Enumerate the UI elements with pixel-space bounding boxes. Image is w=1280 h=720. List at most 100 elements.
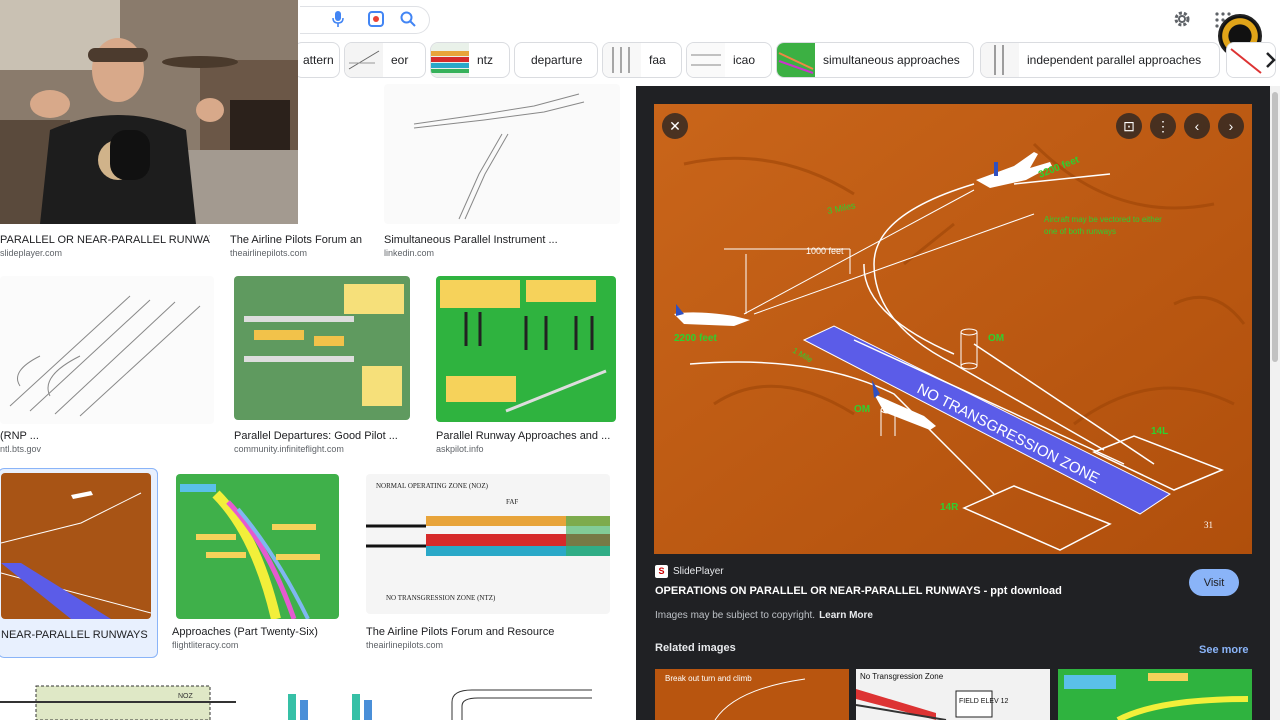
result-image: [176, 474, 339, 619]
chip-label: departure: [531, 53, 583, 67]
related-text: No Transgression Zone: [860, 672, 944, 681]
label-14r: 14R: [940, 502, 959, 513]
result-tile[interactable]: (RNP ... ntl.bts.gov: [0, 276, 214, 456]
faf-label: FAF: [506, 498, 518, 506]
related-image[interactable]: No Transgression Zone FIELD ELEV 12: [856, 669, 1050, 720]
related-text: Break out turn and climb: [665, 674, 752, 683]
slide-page-number: 31: [1204, 520, 1213, 530]
result-title[interactable]: Simultaneous Parallel Instrument ...: [384, 234, 620, 246]
chip-icao[interactable]: icao: [686, 42, 772, 78]
label-1000-feet: 1000 feet: [806, 246, 844, 256]
result-image: [1, 473, 151, 619]
chip-thumbnail: [345, 43, 383, 77]
related-search-chips: attern eor ntz departure faa icao simult…: [294, 42, 1276, 80]
chevron-right-icon[interactable]: [1262, 50, 1278, 70]
noz-label: NORMAL OPERATING ZONE (NOZ): [376, 482, 489, 490]
label-2200-feet: 2200 feet: [674, 333, 717, 344]
preview-source-name[interactable]: SlidePlayer: [673, 566, 724, 577]
result-title[interactable]: The Airline Pilots Forum an...: [230, 234, 362, 246]
preview-title[interactable]: OPERATIONS ON PARALLEL OR NEAR-PARALLEL …: [655, 585, 1062, 597]
chip-ntz[interactable]: ntz: [430, 42, 510, 78]
page-scrollbar-thumb[interactable]: [1272, 92, 1278, 362]
result-image: NOZ: [0, 672, 236, 720]
microphone-icon[interactable]: [332, 11, 344, 27]
result-image: [0, 276, 214, 424]
label-vectored-2: one of both runways: [1044, 227, 1116, 236]
chip-thumbnail: [687, 43, 725, 77]
chip-label: ntz: [477, 53, 494, 67]
result-image: [384, 84, 620, 224]
related-text: FIELD ELEV 12: [959, 698, 1009, 705]
result-tile[interactable]: Parallel Departures: Good Pilot ... comm…: [234, 276, 414, 456]
result-title[interactable]: NEAR-PARALLEL RUNWAYS ...: [1, 629, 151, 641]
chip-thumbnail: [603, 43, 641, 77]
result-source: theairlinepilots.com: [230, 248, 308, 258]
see-more-link[interactable]: See more: [1199, 644, 1249, 656]
browser-page: attern eor ntz departure faa icao simult…: [0, 0, 1280, 720]
result-tile-selected[interactable]: NEAR-PARALLEL RUNWAYS ...: [0, 468, 158, 658]
result-source: slideplayer.com: [0, 248, 63, 258]
result-source: theairlinepilots.com: [366, 640, 444, 650]
label-14l: 14L: [1151, 426, 1168, 437]
result-source: community.infiniteflight.com: [234, 444, 344, 454]
result-image: [422, 672, 618, 720]
settings-gear-icon[interactable]: [1172, 9, 1192, 29]
preview-image[interactable]: NO TRANSGRESSION ZONE 3200 feet 2200 fee…: [654, 104, 1252, 554]
chip-independent-parallel-approaches[interactable]: independent parallel approaches: [980, 42, 1220, 78]
lens-search-icon[interactable]: ⊡: [1116, 113, 1142, 139]
related-image[interactable]: [1058, 669, 1252, 720]
chip-label: eor: [391, 53, 409, 67]
chip-label: independent parallel approaches: [1027, 53, 1202, 67]
webcam-overlay: [0, 0, 298, 224]
next-chevron-icon[interactable]: ›: [1218, 113, 1244, 139]
slideplayer-favicon-icon: S: [655, 565, 668, 578]
result-title[interactable]: Parallel Departures: Good Pilot ...: [234, 430, 414, 442]
result-image: NORMAL OPERATING ZONE (NOZ) FAF NO TRANS…: [366, 474, 610, 614]
result-source: askpilot.info: [436, 444, 484, 454]
chip-thumbnail: [981, 43, 1019, 77]
chip-thumbnail: [777, 43, 815, 77]
chip-label: simultaneous approaches: [823, 53, 960, 67]
chip-eor[interactable]: eor: [344, 42, 426, 78]
chip-label: icao: [733, 53, 756, 67]
chip-label: faa: [649, 53, 666, 67]
chip-label: attern: [303, 53, 334, 67]
search-icon[interactable]: [400, 11, 416, 27]
result-tile[interactable]: NOZ: [0, 672, 236, 720]
result-tile[interactable]: [252, 672, 404, 720]
result-title[interactable]: (RNP ...: [0, 430, 39, 442]
result-image: [252, 672, 404, 720]
result-title[interactable]: The Airline Pilots Forum and Resource: [366, 626, 614, 638]
more-options-icon[interactable]: ⋮: [1150, 113, 1176, 139]
previous-chevron-icon[interactable]: ‹: [1184, 113, 1210, 139]
ntz-label: NO TRANSGRESSION ZONE (NTZ): [386, 594, 496, 602]
result-title[interactable]: Approaches (Part Twenty-Six): [172, 626, 344, 638]
result-tile[interactable]: Approaches (Part Twenty-Six) flightliter…: [172, 474, 344, 654]
close-icon[interactable]: ✕: [662, 113, 688, 139]
learn-more-link[interactable]: Learn More: [819, 610, 873, 621]
result-source: linkedin.com: [384, 248, 435, 258]
label-vectored: Aircraft may be vectored to either: [1044, 215, 1162, 224]
chip-pattern[interactable]: attern: [294, 42, 340, 78]
chip-faa[interactable]: faa: [602, 42, 682, 78]
related-image[interactable]: Break out turn and climb: [655, 669, 849, 720]
result-tile[interactable]: [422, 672, 618, 720]
copyright-text: Images may be subject to copyright.: [655, 610, 816, 621]
copyright-notice: Images may be subject to copyright. Learn…: [655, 610, 873, 621]
result-tile[interactable]: NORMAL OPERATING ZONE (NOZ) FAF NO TRANS…: [366, 474, 614, 654]
chip-simultaneous-approaches[interactable]: simultaneous approaches: [776, 42, 974, 78]
result-image: [234, 276, 410, 420]
chip-departure[interactable]: departure: [514, 42, 598, 78]
result-title[interactable]: PARALLEL OR NEAR-PARALLEL RUNWAYS ...: [0, 234, 210, 246]
camera-lens-icon[interactable]: [368, 11, 384, 27]
result-tile[interactable]: Simultaneous Parallel Instrument ... lin…: [384, 84, 620, 260]
related-images-heading: Related images: [655, 642, 736, 654]
label-om-1: OM: [988, 333, 1004, 344]
noz-short-label: NOZ: [178, 693, 194, 700]
visit-button[interactable]: Visit: [1189, 569, 1239, 596]
result-title[interactable]: Parallel Runway Approaches and ...: [436, 430, 618, 442]
result-image: [436, 276, 616, 422]
chip-thumbnail: [431, 43, 469, 77]
result-source: flightliteracy.com: [172, 640, 239, 650]
result-tile[interactable]: Parallel Runway Approaches and ... askpi…: [436, 276, 618, 456]
